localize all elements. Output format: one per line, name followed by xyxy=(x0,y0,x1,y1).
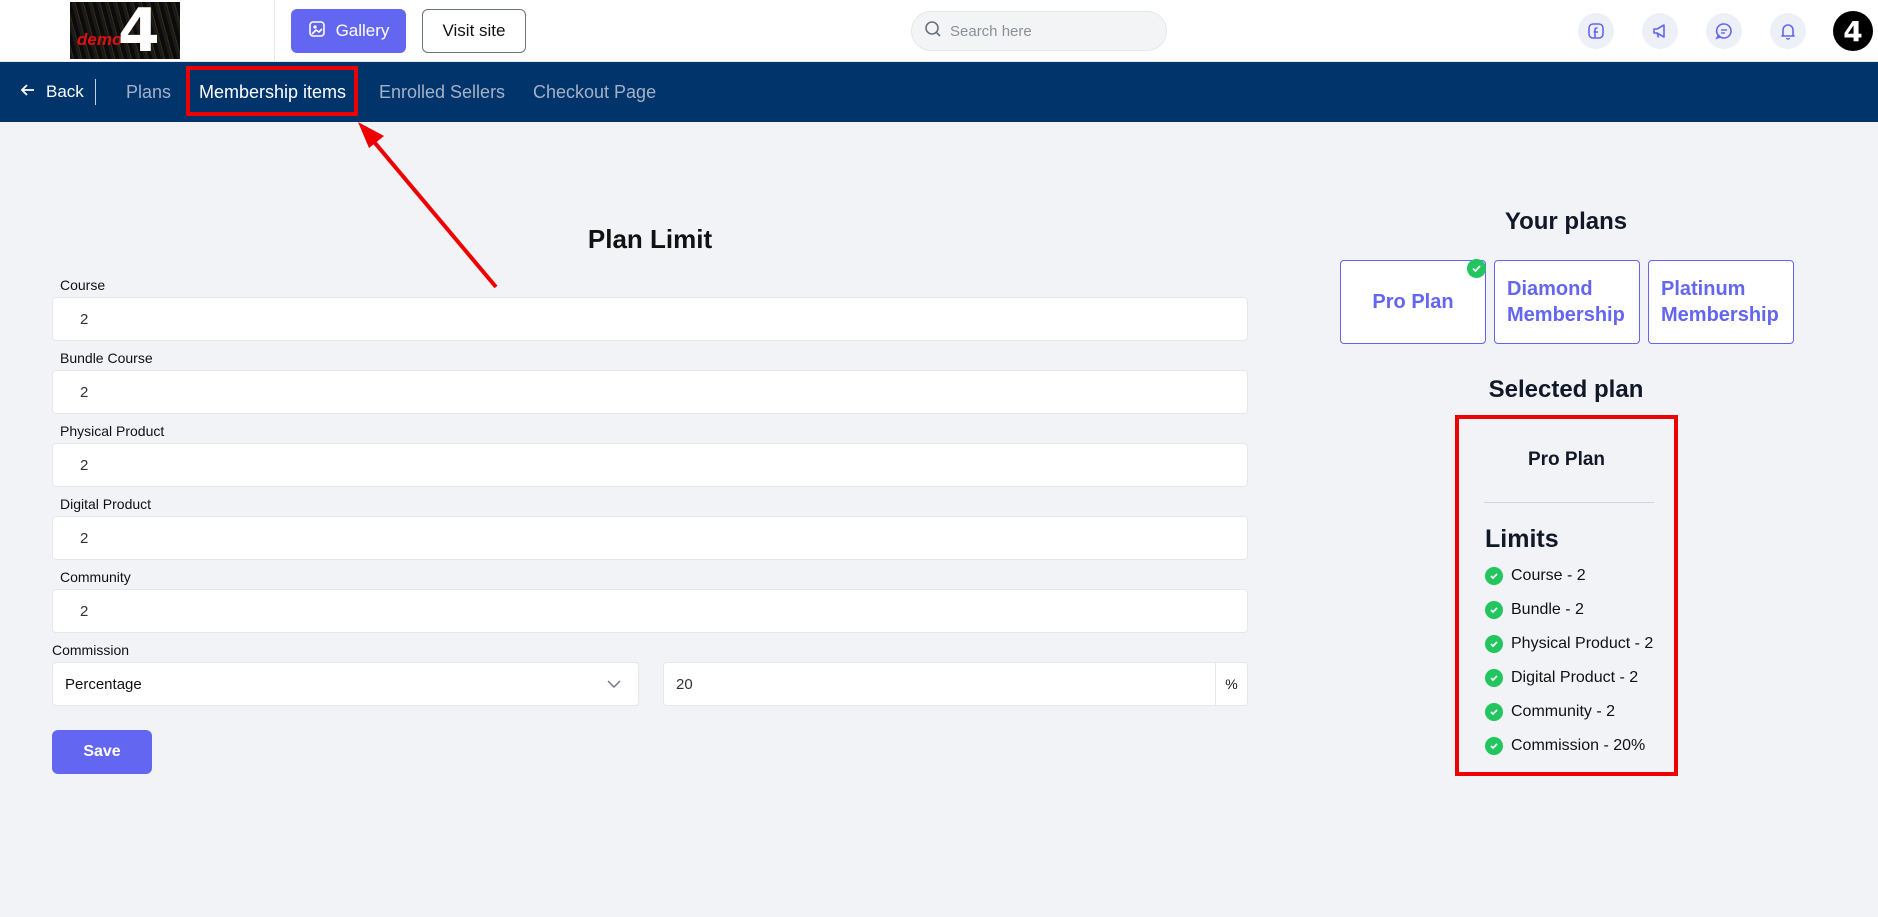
back-button[interactable]: Back xyxy=(20,62,84,122)
commission-type-select[interactable]: Percentage xyxy=(52,662,639,706)
digital-product-label: Digital Product xyxy=(60,496,152,512)
percent-addon: % xyxy=(1215,662,1248,706)
limit-text: Course - 2 xyxy=(1511,567,1586,584)
gallery-button[interactable]: Gallery xyxy=(291,9,406,53)
limit-text: Bundle - 2 xyxy=(1511,601,1584,618)
limit-item: Community - 2 xyxy=(1485,703,1615,721)
logo[interactable]: demo 4 xyxy=(70,2,180,59)
chat-icon[interactable] xyxy=(1706,13,1742,49)
search-input[interactable] xyxy=(950,22,1150,40)
limit-text: Community - 2 xyxy=(1511,703,1616,720)
gallery-icon xyxy=(308,20,326,43)
limit-item: Bundle - 2 xyxy=(1485,601,1584,619)
annotation-highlight-box xyxy=(186,66,358,116)
tab-enrolled-sellers[interactable]: Enrolled Sellers xyxy=(379,62,505,122)
divider xyxy=(1484,502,1654,503)
plan-limit-title: Plan Limit xyxy=(587,224,713,254)
check-circle-icon xyxy=(1485,567,1503,585)
plan-card-pro[interactable]: Pro Plan xyxy=(1340,260,1486,344)
selected-check-icon xyxy=(1467,259,1486,278)
physical-product-input[interactable] xyxy=(52,443,1248,487)
community-label: Community xyxy=(60,569,131,585)
limit-item: Commission - 20% xyxy=(1485,737,1645,755)
chevron-down-icon xyxy=(606,676,622,696)
tab-plans[interactable]: Plans xyxy=(126,62,171,122)
limit-text: Physical Product - 2 xyxy=(1511,635,1654,652)
course-input[interactable] xyxy=(52,297,1248,341)
top-bar: demo 4 Gallery Visit site 4 xyxy=(0,0,1878,62)
selected-plan-card: Pro Plan Limits Course - 2 Bundle - 2 Ph… xyxy=(1455,415,1678,776)
limits-heading: Limits xyxy=(1485,525,1559,553)
limit-item: Digital Product - 2 xyxy=(1485,669,1638,687)
check-circle-icon xyxy=(1485,601,1503,619)
search-icon xyxy=(924,20,942,43)
physical-product-label: Physical Product xyxy=(60,423,165,439)
megaphone-icon[interactable] xyxy=(1642,13,1678,49)
visit-site-button[interactable]: Visit site xyxy=(422,9,526,53)
divider xyxy=(274,0,275,62)
tab-checkout-page[interactable]: Checkout Page xyxy=(533,62,656,122)
limit-text: Commission - 20% xyxy=(1511,737,1646,754)
limit-item: Course - 2 xyxy=(1485,567,1586,585)
commission-value-input[interactable] xyxy=(663,662,1216,706)
selected-plan-name: Pro Plan xyxy=(1527,449,1606,470)
facebook-icon[interactable] xyxy=(1578,13,1614,49)
back-label: Back xyxy=(46,82,84,101)
your-plans-title: Your plans xyxy=(1504,208,1628,235)
nav-divider xyxy=(95,79,96,105)
avatar[interactable]: 4 xyxy=(1833,11,1873,51)
save-button[interactable]: Save xyxy=(52,730,152,774)
check-circle-icon xyxy=(1485,703,1503,721)
gallery-label: Gallery xyxy=(335,21,390,40)
logo-number: 4 xyxy=(118,2,160,59)
course-label: Course xyxy=(60,277,106,293)
check-circle-icon xyxy=(1485,737,1503,755)
selected-plan-title: Selected plan xyxy=(1488,376,1644,403)
arrow-left-icon xyxy=(20,82,36,103)
check-circle-icon xyxy=(1485,635,1503,653)
check-circle-icon xyxy=(1485,669,1503,687)
bundle-course-label: Bundle Course xyxy=(60,350,153,366)
search-box[interactable] xyxy=(911,11,1167,51)
commission-type-value: Percentage xyxy=(65,675,142,693)
community-input[interactable] xyxy=(52,589,1248,633)
limit-item: Physical Product - 2 xyxy=(1485,635,1653,653)
bell-icon[interactable] xyxy=(1770,13,1806,49)
bundle-course-input[interactable] xyxy=(52,370,1248,414)
digital-product-input[interactable] xyxy=(52,516,1248,560)
plan-card-platinum[interactable]: Platinum Membership xyxy=(1648,260,1794,344)
logo-text: demo xyxy=(77,30,123,49)
commission-label: Commission xyxy=(52,642,130,658)
plan-card-diamond[interactable]: Diamond Membership xyxy=(1494,260,1640,344)
limit-text: Digital Product - 2 xyxy=(1511,669,1639,686)
